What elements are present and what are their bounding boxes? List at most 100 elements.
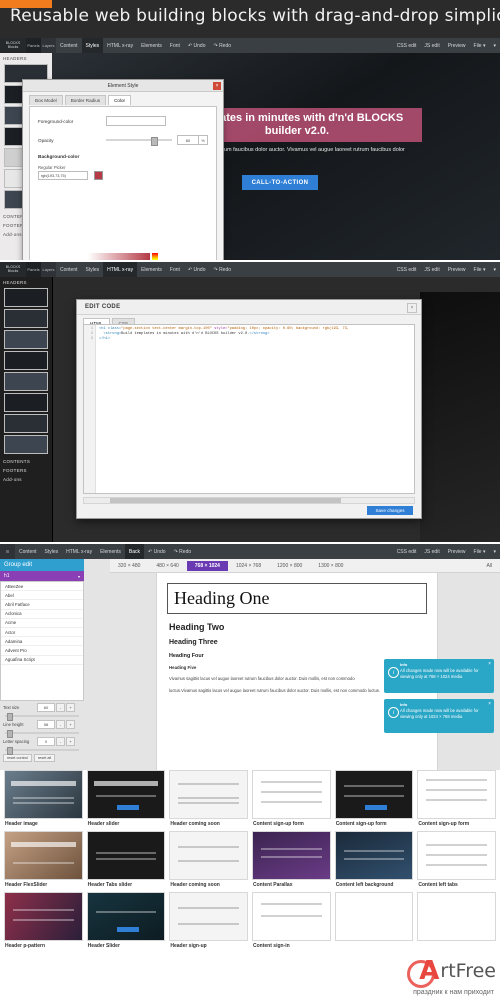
gallery-item[interactable]: Content sign-in (252, 892, 331, 949)
gallery-item[interactable]: Header coming soon (169, 831, 249, 888)
menu-html-xray[interactable]: HTML x-ray (103, 262, 138, 277)
gallery-item[interactable]: Header coming soon (169, 770, 249, 827)
device-320x480[interactable]: 320 × 480 (110, 561, 148, 571)
gallery-item[interactable]: Content left background (334, 831, 414, 888)
font-list[interactable]: ABeeZee Abel Abril Fatface Aclonica Acme… (0, 581, 84, 701)
gallery-item[interactable]: Content Parallax (252, 831, 331, 888)
gallery-item[interactable]: Header image (4, 770, 83, 827)
panels-toggle[interactable]: Panels (26, 38, 41, 53)
js-edit-button[interactable]: JS edit (420, 544, 443, 559)
line-height-slider[interactable] (5, 730, 79, 738)
font-item[interactable]: Abril Fatface (1, 600, 83, 610)
gallery-item[interactable]: Header slider (86, 770, 166, 827)
menu-styles[interactable]: Styles (41, 544, 63, 559)
tab-box-model[interactable]: Box Model (29, 95, 63, 105)
menu-html-xray[interactable]: HTML x-ray (62, 544, 96, 559)
menu-elements[interactable]: Elements (137, 262, 166, 277)
css-edit-button[interactable]: CSS edit (393, 262, 421, 277)
font-item[interactable]: Abel (1, 591, 83, 601)
file-menu[interactable]: File ▾ (470, 262, 490, 277)
text-size-increment[interactable]: + (66, 703, 75, 712)
letter-spacing-value[interactable]: 0 (37, 737, 55, 746)
gallery-item[interactable] (417, 892, 497, 949)
dialog-titlebar[interactable]: Element Style × (23, 80, 223, 92)
preview-button[interactable]: Preview (444, 544, 470, 559)
panel-section-footers[interactable]: FOOTERS (0, 465, 52, 474)
preview-button[interactable]: Preview (444, 262, 470, 277)
opacity-slider[interactable] (106, 136, 172, 146)
block-thumb[interactable] (4, 330, 48, 349)
gallery-item[interactable]: Header sign-up (169, 892, 249, 949)
preview-button[interactable]: Preview (444, 38, 470, 53)
color-gradient-picker[interactable] (88, 253, 150, 260)
device-1024x768[interactable]: 1024 × 768 (228, 561, 269, 571)
menu-elements[interactable]: Elements (137, 38, 166, 53)
toast-notification[interactable]: i Info All changes made now will be avai… (384, 699, 494, 733)
line-height-decrement[interactable]: - (56, 720, 65, 729)
foreground-color-input[interactable] (106, 116, 166, 126)
tab-border-radius[interactable]: Border Radius (64, 95, 107, 105)
logo-blocks[interactable]: BLOCKS Blocks (0, 262, 26, 277)
letter-spacing-decrement[interactable]: - (56, 737, 65, 746)
text-size-value[interactable]: 60 (37, 703, 55, 712)
toast-notification[interactable]: i Info All changes made now will be avai… (384, 659, 494, 693)
gallery-item[interactable]: Header Tabs slider (86, 831, 166, 888)
js-edit-button[interactable]: JS edit (420, 262, 443, 277)
layers-toggle[interactable]: Layers (41, 38, 56, 53)
redo-button[interactable]: ↷ Redo (209, 38, 235, 53)
menu-font[interactable]: Font (166, 38, 184, 53)
undo-button[interactable]: ↶ Undo (184, 38, 210, 53)
reset-control-button[interactable]: reset control (3, 754, 32, 762)
opacity-value[interactable]: 60 (177, 135, 199, 145)
js-edit-button[interactable]: JS edit (420, 38, 443, 53)
css-edit-button[interactable]: CSS edit (393, 544, 421, 559)
font-item[interactable]: Aguafina Script (1, 656, 83, 665)
panel-section-addons[interactable]: Add-ons (0, 474, 52, 483)
panel-section-headers[interactable]: HEADERS (0, 277, 52, 286)
menu-styles[interactable]: Styles (82, 262, 104, 277)
gallery-item[interactable]: Header FlexSlider (4, 831, 83, 888)
preview-heading-one[interactable]: Heading One (167, 583, 427, 614)
gallery-item[interactable]: Header Slider (86, 892, 166, 949)
block-thumb[interactable] (4, 393, 48, 412)
gallery-item[interactable]: Content sign-up form (417, 770, 497, 827)
letter-spacing-increment[interactable]: + (66, 737, 75, 746)
block-thumb[interactable] (4, 288, 48, 307)
close-icon[interactable]: × (488, 661, 491, 667)
device-480x640[interactable]: 480 × 640 (148, 561, 186, 571)
menu-icon[interactable]: ☰ (0, 544, 15, 559)
reset-all-button[interactable]: reset all (33, 754, 56, 762)
call-to-action-button[interactable]: CALL-TO-ACTION (242, 175, 318, 190)
selector-dropdown[interactable]: h1 (0, 571, 84, 581)
menu-content[interactable]: Content (56, 262, 82, 277)
block-thumb[interactable] (4, 435, 48, 454)
rgba-value[interactable]: rgb(193,73,75) (38, 171, 88, 180)
more-menu-icon[interactable]: ▾ (489, 38, 500, 53)
menu-back[interactable]: Back (124, 544, 145, 559)
font-item[interactable]: ABeeZee (1, 582, 83, 592)
preview-heading-two[interactable]: Heading Two (169, 622, 425, 632)
device-1300x800[interactable]: 1300 × 800 (310, 561, 351, 571)
close-icon[interactable]: × (213, 81, 221, 90)
menu-styles[interactable]: Styles (81, 38, 104, 53)
panels-toggle[interactable]: Panels (26, 262, 41, 277)
code-text[interactable]: <h1 class="page-section text-center marg… (99, 327, 412, 342)
more-menu-icon[interactable]: ▾ (489, 262, 500, 277)
gallery-item[interactable]: Content sign-up form (252, 770, 331, 827)
text-size-slider[interactable] (5, 713, 79, 721)
preview-heading-three[interactable]: Heading Three (169, 639, 425, 646)
font-item[interactable]: Aclonica (1, 610, 83, 619)
font-item[interactable]: Adamina (1, 637, 83, 647)
file-menu[interactable]: File ▾ (470, 544, 490, 559)
tab-color[interactable]: Color (108, 95, 132, 105)
line-height-value[interactable]: 58 (37, 720, 55, 729)
code-editor[interactable]: 1 2 3 <h1 class="page-section text-cente… (83, 324, 415, 494)
edit-code-dialog[interactable]: EDIT CODE × HTML CSS 1 2 3 <h1 class="pa… (76, 299, 422, 519)
block-thumb[interactable] (4, 309, 48, 328)
line-height-increment[interactable]: + (66, 720, 75, 729)
undo-button[interactable]: ↶ Undo (184, 262, 210, 277)
device-768x1024[interactable]: 768 × 1024 (186, 560, 228, 571)
more-menu-icon[interactable]: ▾ (489, 544, 500, 559)
gallery-item[interactable] (334, 892, 414, 949)
file-menu[interactable]: File ▾ (470, 38, 490, 53)
